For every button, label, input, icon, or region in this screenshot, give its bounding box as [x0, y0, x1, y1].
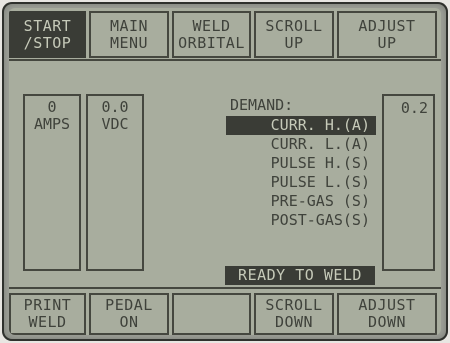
demand-item-post-gas[interactable]: POST-GAS(S) [226, 211, 376, 230]
lcd-screen: START /STOP MAIN MENU WELD ORBITAL SCROL… [9, 8, 441, 335]
main-menu-key[interactable]: MAIN MENU [89, 11, 169, 58]
amps-value: 0 [47, 98, 57, 116]
bottom-softkey-row: PRINT WELD PEDAL ON SCROLL DOWN ADJUST D… [9, 293, 441, 335]
demand-item-pre-gas[interactable]: PRE-GAS (S) [226, 192, 376, 211]
scroll-down-key[interactable]: SCROLL DOWN [254, 293, 334, 335]
demand-value: 0.2 [400, 99, 428, 117]
key-label: ADJUST [358, 296, 416, 314]
key-label: UP [377, 33, 397, 52]
key-label: ADJUST [358, 16, 416, 35]
key-label: DOWN [367, 313, 407, 331]
key-label: ORBITAL [178, 33, 245, 52]
demand-item-pulse-high[interactable]: PULSE H.(S) [226, 154, 376, 173]
main-panel: 0 AMPS 0.0 VDC DEMAND: CURR. H.(A) CURR.… [9, 59, 441, 289]
scroll-up-key[interactable]: SCROLL UP [254, 11, 334, 58]
key-label: UP [284, 33, 304, 52]
key-label: MENU [109, 33, 149, 52]
key-label: START [23, 16, 72, 35]
key-label: DOWN [274, 313, 314, 331]
print-weld-key[interactable]: PRINT WELD [9, 293, 86, 335]
vdc-meter: 0.0 VDC [86, 94, 144, 271]
vdc-unit: VDC [101, 115, 129, 133]
weld-orbital-key[interactable]: WELD ORBITAL [172, 11, 251, 58]
key-label: /STOP [23, 33, 72, 52]
key-label: SCROLL [265, 16, 323, 35]
amps-meter: 0 AMPS [23, 94, 81, 271]
amps-unit: AMPS [33, 115, 71, 133]
pedal-on-key[interactable]: PEDAL ON [89, 293, 169, 335]
start-stop-key[interactable]: START /STOP [9, 11, 86, 58]
demand-title: DEMAND: [230, 96, 294, 114]
adjust-down-key[interactable]: ADJUST DOWN [337, 293, 437, 335]
vdc-value: 0.0 [101, 98, 129, 116]
status-banner: READY TO WELD [225, 266, 375, 285]
key-label: MAIN [109, 16, 149, 35]
key-label: PRINT [23, 296, 72, 314]
key-label: SCROLL [265, 296, 323, 314]
adjust-up-key[interactable]: ADJUST UP [337, 11, 437, 58]
key-label: ON [119, 313, 139, 331]
key-label: PEDAL [105, 296, 153, 314]
top-softkey-row: START /STOP MAIN MENU WELD ORBITAL SCROL… [9, 11, 441, 58]
demand-value-box: 0.2 [382, 94, 435, 271]
demand-item-curr-high[interactable]: CURR. H.(A) [226, 116, 376, 135]
demand-list: DEMAND: CURR. H.(A) CURR. L.(A) PULSE H.… [226, 97, 376, 230]
demand-item-curr-low[interactable]: CURR. L.(A) [226, 135, 376, 154]
blank-key[interactable] [172, 293, 251, 335]
key-label: WELD [192, 16, 231, 35]
demand-item-pulse-low[interactable]: PULSE L.(S) [226, 173, 376, 192]
key-label: WELD [28, 313, 67, 331]
